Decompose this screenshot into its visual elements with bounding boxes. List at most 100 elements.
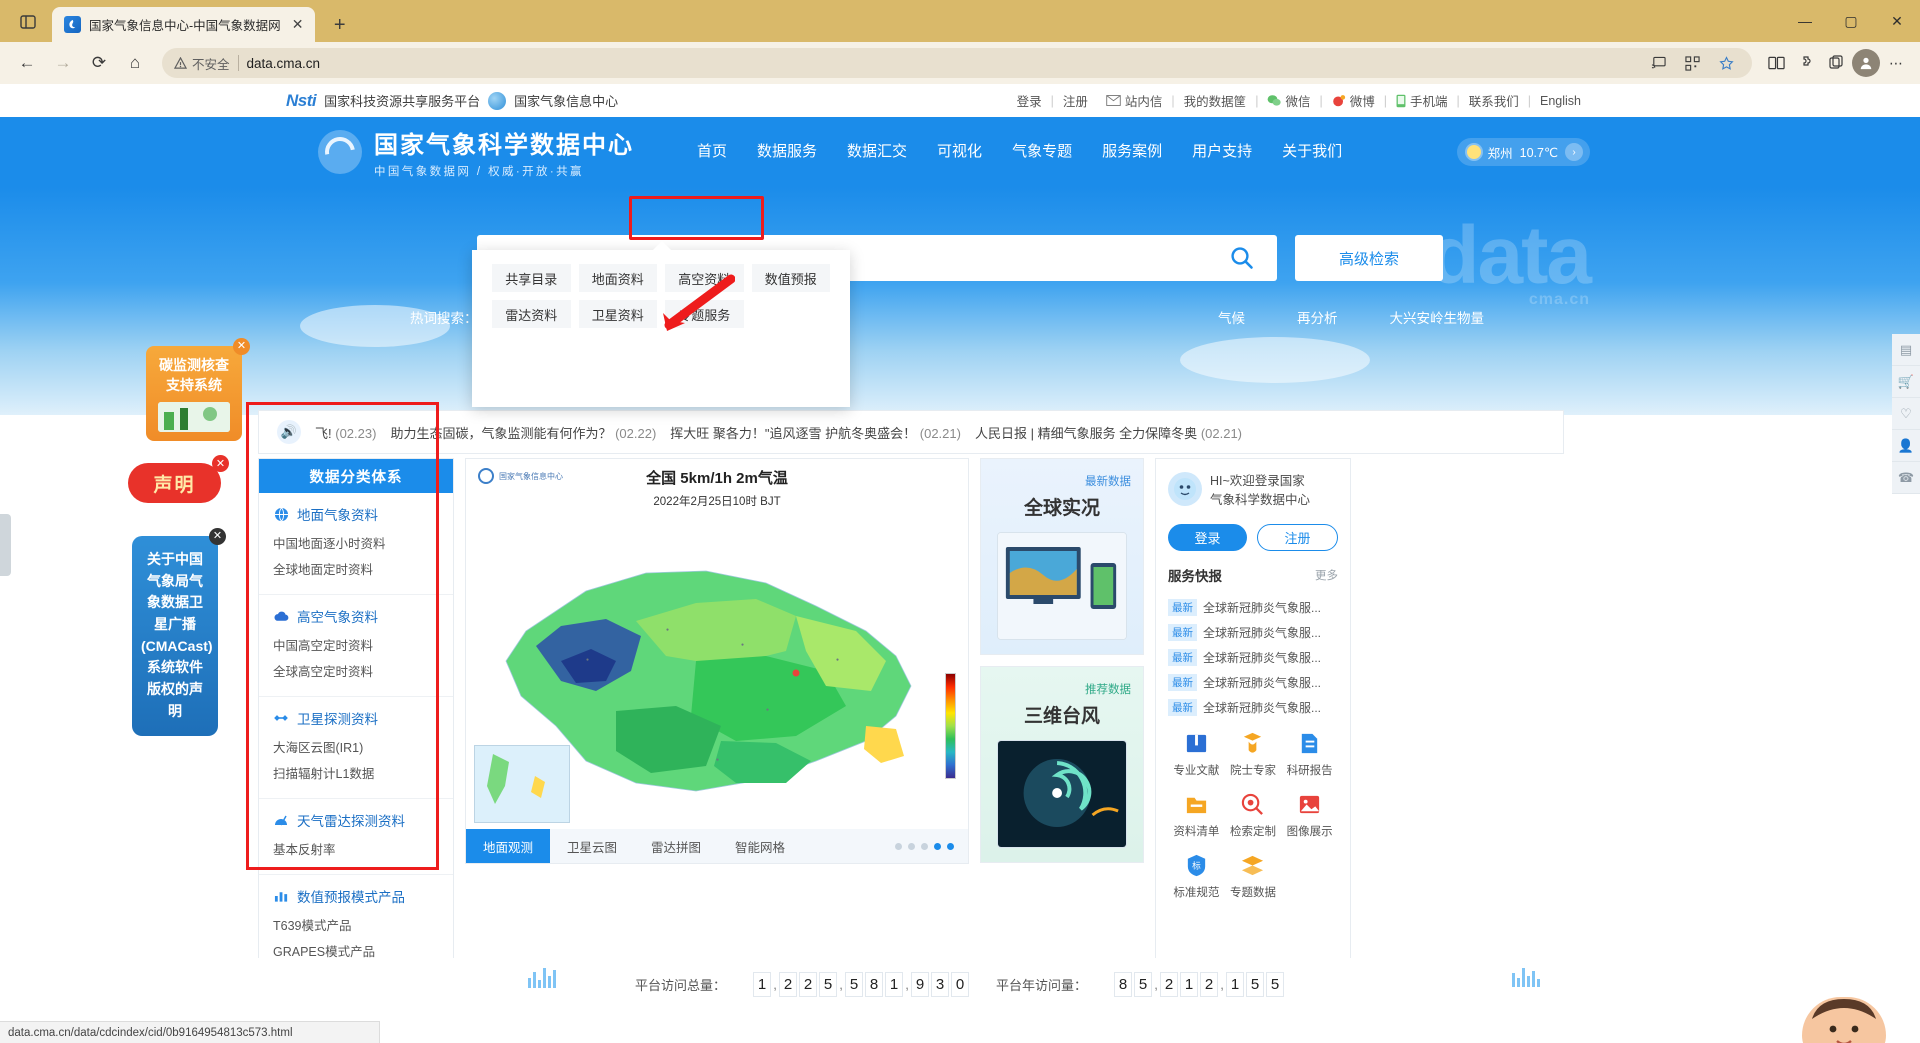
nav-item-data-submission[interactable]: 数据汇交 xyxy=(832,117,922,187)
ticker-item-1[interactable]: 助力生态固碳，气象监测能有何作为？ (02.22) xyxy=(390,423,656,442)
hot-word-biomass[interactable]: 大兴安岭生物量 xyxy=(1364,307,1511,327)
back-button[interactable]: ← xyxy=(10,46,44,80)
hot-word-climate[interactable]: 气候 xyxy=(1192,307,1271,327)
news-item[interactable]: 最新 全球新冠肺炎气象服... xyxy=(1168,648,1338,666)
category-link[interactable]: 中国地面逐小时资料 xyxy=(273,533,439,552)
ticker-item-2[interactable]: 挥大旺 聚各力！"追风逐雪 护航冬奥盛会！ (02.21) xyxy=(670,423,961,442)
category-title-satellite[interactable]: 卫星探测资料 xyxy=(273,708,439,728)
maximize-button[interactable]: ▢ xyxy=(1828,0,1874,42)
login-button[interactable]: 登录 xyxy=(1168,523,1247,551)
cast-icon[interactable] xyxy=(1644,49,1672,77)
sidebar-collapse-handle[interactable] xyxy=(0,514,11,576)
category-title-model[interactable]: 数值预报模式产品 xyxy=(273,886,439,906)
dropdown-item-satellite-data[interactable]: 卫星资料 xyxy=(578,300,657,328)
service-icon-images[interactable]: 图像展示 xyxy=(1281,791,1338,839)
popup-statement[interactable]: ✕ 声明 xyxy=(128,455,229,507)
map-tab-surface-observation[interactable]: 地面观测 xyxy=(466,829,551,863)
rail-service-icon[interactable]: ☎ xyxy=(1892,462,1920,494)
carousel-dot[interactable] xyxy=(908,842,915,850)
map-tab-radar-mosaic[interactable]: 雷达拼图 xyxy=(634,829,718,863)
carousel-dot-active[interactable] xyxy=(934,842,941,850)
nav-item-about[interactable]: 关于我们 xyxy=(1267,117,1357,187)
profile-avatar[interactable] xyxy=(1852,49,1880,77)
hot-word-reanalysis[interactable]: 再分析 xyxy=(1271,307,1364,327)
window-close-button[interactable]: ✕ xyxy=(1874,0,1920,42)
category-link[interactable]: 扫描辐射计L1数据 xyxy=(273,763,439,782)
category-link[interactable]: 基本反射率 xyxy=(273,839,439,858)
browser-tab-active[interactable]: 国家气象信息中心-中国气象数据网 ✕ xyxy=(52,7,315,42)
help-assistant[interactable]: 有问题点我 xyxy=(1802,997,1886,1043)
collections-icon[interactable] xyxy=(1762,49,1790,77)
news-item[interactable]: 最新 全球新冠肺炎气象服... xyxy=(1168,623,1338,641)
dropdown-item-radar-data[interactable]: 雷达资料 xyxy=(492,300,571,328)
news-item[interactable]: 最新 全球新冠肺炎气象服... xyxy=(1168,673,1338,691)
tab-search-button[interactable] xyxy=(8,2,48,42)
qrcode-icon[interactable] xyxy=(1678,49,1706,77)
map-tab-smart-grid[interactable]: 智能网格 xyxy=(718,829,802,863)
advanced-search-button[interactable]: 高级检索 xyxy=(1295,235,1443,281)
promo-card-3d-typhoon[interactable]: 推荐数据 三维台风 xyxy=(980,666,1144,863)
close-tab-icon[interactable]: ✕ xyxy=(289,16,307,34)
service-icon-reports[interactable]: 科研报告 xyxy=(1281,730,1338,778)
nav-item-support[interactable]: 用户支持 xyxy=(1177,117,1267,187)
service-icon-standards[interactable]: 标 标准规范 xyxy=(1168,852,1225,900)
rail-user-icon[interactable]: 👤 xyxy=(1892,430,1920,462)
category-link[interactable]: 全球地面定时资料 xyxy=(273,559,439,578)
close-statement-popup-icon[interactable]: ✕ xyxy=(212,455,229,472)
nav-item-visualization[interactable]: 可视化 xyxy=(922,117,997,187)
util-link-basket[interactable]: 我的数据筐 xyxy=(1175,91,1256,110)
news-item[interactable]: 最新 全球新冠肺炎气象服... xyxy=(1168,598,1338,616)
close-carbon-popup-icon[interactable]: ✕ xyxy=(233,338,250,355)
service-icon-datalist[interactable]: 资料清单 xyxy=(1168,791,1225,839)
news-item[interactable]: 最新 全球新冠肺炎气象服... xyxy=(1168,698,1338,716)
close-cmacast-popup-icon[interactable]: ✕ xyxy=(209,528,226,545)
category-link[interactable]: 全球高空定时资料 xyxy=(273,661,439,680)
util-link-register[interactable]: 注册 xyxy=(1054,91,1097,110)
service-icon-literature[interactable]: 专业文献 xyxy=(1168,730,1225,778)
nav-item-home[interactable]: 首页 xyxy=(682,117,742,187)
security-warning[interactable]: 不安全 xyxy=(174,54,230,73)
carousel-dot[interactable] xyxy=(921,842,928,850)
util-link-english[interactable]: English xyxy=(1531,94,1590,108)
ticker-item-3[interactable]: 人民日报 | 精细气象服务 全力保障冬奥 (02.21) xyxy=(975,423,1242,442)
nav-item-cases[interactable]: 服务案例 xyxy=(1087,117,1177,187)
category-link[interactable]: 中国高空定时资料 xyxy=(273,635,439,654)
dropdown-item-topic-service[interactable]: 专题服务 xyxy=(665,300,744,328)
nav-item-data-service[interactable]: 数据服务 xyxy=(742,117,832,187)
rail-doc-icon[interactable]: ▤ xyxy=(1892,334,1920,366)
news-more-link[interactable]: 更多 xyxy=(1315,567,1338,583)
site-brand[interactable]: 国家气象科学数据中心 中国气象数据网 / 权威·开放·共赢 xyxy=(318,125,634,179)
util-link-inbox[interactable]: 站内信 xyxy=(1097,91,1172,110)
extensions-icon[interactable] xyxy=(1792,49,1820,77)
dropdown-item-upper-air-data[interactable]: 高空资料 xyxy=(665,264,744,292)
popup-carbon-monitoring[interactable]: ✕ 碳监测核查 支持系统 xyxy=(146,338,250,441)
settings-more-icon[interactable]: ⋯ xyxy=(1882,49,1910,77)
service-icon-experts[interactable]: 院士专家 xyxy=(1225,730,1282,778)
category-link[interactable]: 大海区云图(IR1) xyxy=(273,737,439,756)
popup-cmacast-statement[interactable]: ✕ 关于中国气象局气象数据卫星广播(CMACast)系统软件版权的声明 xyxy=(132,528,226,736)
category-link[interactable]: T639模式产品 xyxy=(273,915,439,934)
util-link-wechat[interactable]: 微信 xyxy=(1258,91,1319,110)
weather-widget[interactable]: 郑州 10.7℃ › xyxy=(1456,138,1590,166)
category-title-radar[interactable]: 天气雷达探测资料 xyxy=(273,810,439,830)
nav-item-topics[interactable]: 气象专题 xyxy=(997,117,1087,187)
address-bar[interactable]: 不安全 data.cma.cn xyxy=(162,48,1752,78)
dropdown-item-numerical-forecast[interactable]: 数值预报 xyxy=(751,264,830,292)
dropdown-item-shared-catalog[interactable]: 共享目录 xyxy=(492,264,571,292)
dropdown-item-surface-data[interactable]: 地面资料 xyxy=(578,264,657,292)
home-button[interactable]: ⌂ xyxy=(118,46,152,80)
util-link-contact[interactable]: 联系我们 xyxy=(1460,91,1528,110)
minimize-button[interactable]: — xyxy=(1782,0,1828,42)
category-title-upper-air[interactable]: 高空气象资料 xyxy=(273,606,439,626)
browser-essentials-icon[interactable] xyxy=(1822,49,1850,77)
util-link-weibo[interactable]: 微博 xyxy=(1323,91,1384,110)
rail-cart-icon[interactable]: 🛒 xyxy=(1892,366,1920,398)
promo-card-global-realtime[interactable]: 最新数据 全球实况 xyxy=(980,458,1144,655)
util-link-mobile[interactable]: 手机端 xyxy=(1387,91,1457,110)
carousel-dot-active[interactable] xyxy=(947,842,954,850)
service-icon-custom-search[interactable]: 检索定制 xyxy=(1225,791,1282,839)
util-link-login[interactable]: 登录 xyxy=(1008,91,1051,110)
service-icon-topic-data[interactable]: 专题数据 xyxy=(1225,852,1282,900)
weather-next-icon[interactable]: › xyxy=(1565,143,1583,161)
carousel-dot[interactable] xyxy=(895,842,902,850)
